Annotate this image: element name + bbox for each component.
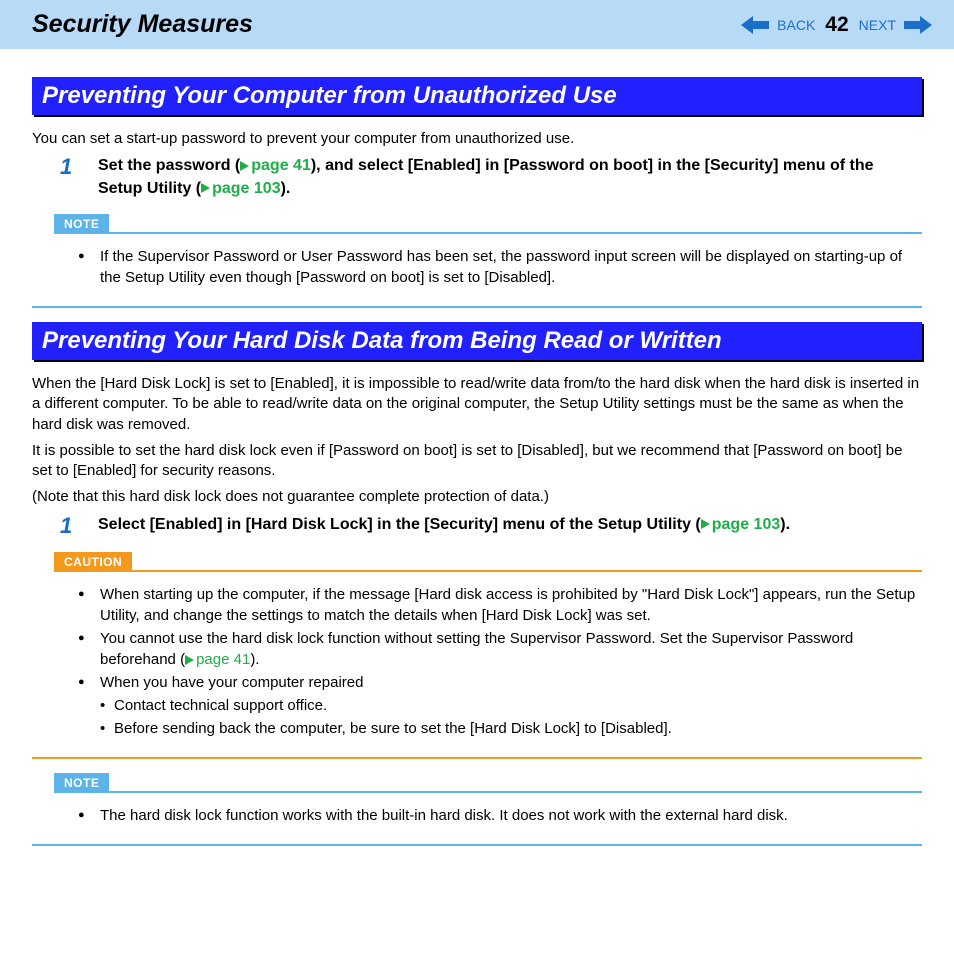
section2-step1: 1 Select [Enabled] in [Hard Disk Lock] i… [60,514,922,538]
section1-intro: You can set a start-up password to preve… [32,129,922,149]
step-text-b: ). [780,516,790,533]
next-link[interactable]: NEXT [859,17,896,33]
caution-item-1: When starting up the computer, if the me… [100,584,918,626]
caution-item-3: When you have your computer repaired Con… [100,672,918,739]
note-rule-end [32,306,922,308]
caution-rule-end [32,757,922,759]
note-rule-end [32,844,922,846]
caution-label: CAUTION [54,552,132,572]
xref-page-41[interactable]: page 41 [185,651,250,668]
page-title: Security Measures [32,10,253,39]
next-arrow-icon[interactable] [904,16,932,34]
content-area: Preventing Your Computer from Unauthoriz… [0,51,954,886]
xref-arrow-icon [701,519,710,529]
xref-arrow-icon [201,183,210,193]
top-bar: Security Measures BACK 42 NEXT [0,0,954,51]
xref-page-103[interactable]: page 103 [201,180,280,197]
xref-page-103[interactable]: page 103 [701,516,780,533]
xref-arrow-icon [185,655,194,665]
note-item: The hard disk lock function works with t… [100,805,918,826]
section2-intro2: It is possible to set the hard disk lock… [32,441,922,482]
page-number: 42 [825,13,848,37]
note-label: NOTE [54,214,109,234]
note-rule [109,791,922,793]
note-rule [109,232,922,234]
xref-page-41[interactable]: page 41 [240,157,311,174]
step-text-a: Set the password ( [98,157,240,174]
step-number: 1 [60,514,78,538]
section2-intro3: (Note that this hard disk lock does not … [32,487,922,507]
step-number: 1 [60,155,78,179]
caution-sub-1: Contact technical support office. [100,695,918,716]
step-body: Set the password (page 41), and select [… [98,155,922,200]
step-body: Select [Enabled] in [Hard Disk Lock] in … [98,514,922,536]
caution-sub-2: Before sending back the computer, be sur… [100,718,918,739]
section2-intro1: When the [Hard Disk Lock] is set to [Ena… [32,374,922,435]
section1-step1: 1 Set the password (page 41), and select… [60,155,922,200]
step-text-c: ). [281,180,291,197]
section2-caution: CAUTION When starting up the computer, i… [32,552,922,759]
xref-arrow-icon [240,161,249,171]
section2-note: NOTE The hard disk lock function works w… [32,773,922,846]
back-arrow-icon[interactable] [741,16,769,34]
caution-item-2: You cannot use the hard disk lock functi… [100,628,918,670]
page-nav: BACK 42 NEXT [741,13,932,37]
section-heading-unauthorized-use: Preventing Your Computer from Unauthoriz… [32,77,922,115]
note-item: If the Supervisor Password or User Passw… [100,246,918,288]
step-text-a: Select [Enabled] in [Hard Disk Lock] in … [98,516,701,533]
section-heading-hard-disk: Preventing Your Hard Disk Data from Bein… [32,322,922,360]
section1-note: NOTE If the Supervisor Password or User … [32,214,922,308]
caution-rule [132,570,922,572]
back-link[interactable]: BACK [777,17,815,33]
note-label: NOTE [54,773,109,793]
